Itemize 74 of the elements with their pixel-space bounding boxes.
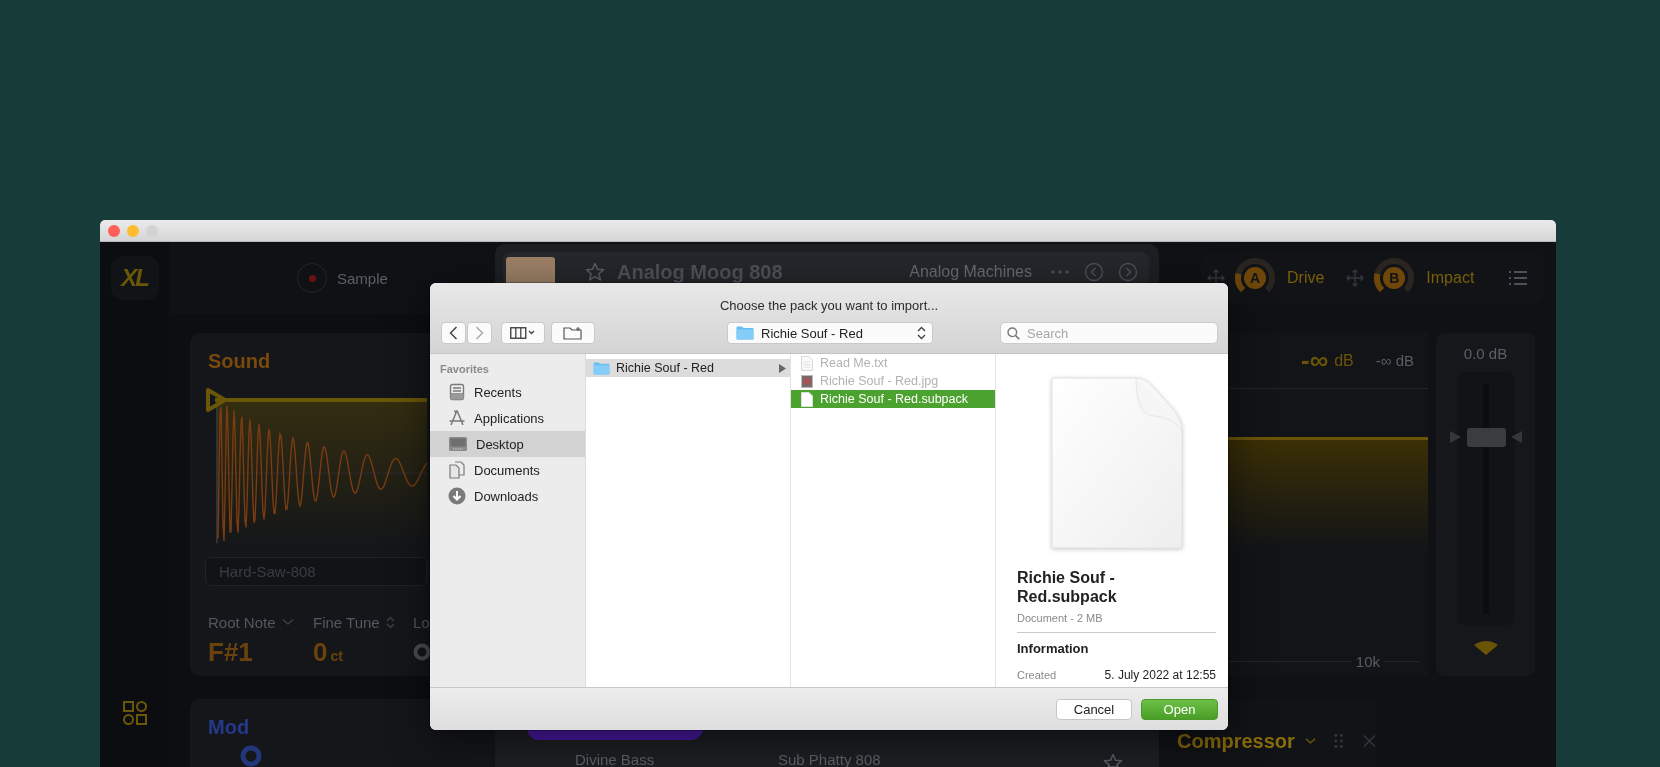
knob-badge: A [1244, 266, 1266, 289]
image-file-icon [801, 373, 813, 389]
location-popup[interactable]: Richie Souf - Red [727, 322, 933, 344]
close-icon[interactable] [1363, 734, 1376, 748]
view-button[interactable] [501, 322, 545, 344]
peak-value: -∞ [1301, 345, 1329, 376]
drag-handle-icon[interactable] [1333, 733, 1344, 749]
file-item: Read Me.txt [791, 354, 995, 372]
sound-title: Sound [207, 349, 271, 373]
new-folder-button[interactable] [551, 322, 595, 344]
param-label: Lo [413, 613, 430, 631]
macro-label: Impact [1426, 268, 1475, 287]
grid-icon[interactable] [121, 700, 148, 726]
minimize-button[interactable] [127, 224, 139, 237]
secondary-reading: -∞ dB [1375, 352, 1414, 369]
back-button[interactable] [441, 322, 466, 344]
sidebar-item[interactable]: Applications [430, 405, 585, 431]
peak-unit: dB [1334, 351, 1354, 370]
document-icon [801, 391, 813, 407]
display-icon [448, 435, 468, 453]
cancel-button[interactable]: Cancel [1056, 698, 1132, 720]
triangle-left-icon [1510, 431, 1522, 444]
ring-knob-icon[interactable] [413, 643, 431, 661]
menu-icon[interactable] [1508, 269, 1528, 286]
chevron-right-icon [475, 326, 484, 340]
info-label: Created [1017, 668, 1057, 682]
fan-icon[interactable] [1472, 640, 1499, 656]
sidebar-heading: Favorites [439, 362, 490, 376]
info-heading: Information [1017, 641, 1090, 657]
param-value: F#1 [208, 638, 253, 666]
folder-icon [736, 326, 754, 340]
macro-label: Drive [1287, 268, 1325, 287]
param-value: 0 [313, 638, 328, 666]
param-label: Fine Tune [313, 613, 380, 631]
info-value: 5. July 2022 at 12:55 [1104, 668, 1216, 682]
param-label: Root Note [208, 613, 276, 631]
columns-icon [510, 327, 536, 339]
file-item: Richie Souf - Red.jpg [791, 372, 995, 390]
dialog-title: Choose the pack you want to import... [718, 297, 940, 313]
stepper-icon[interactable] [385, 615, 395, 629]
param-unit: ct [330, 648, 343, 664]
sidebar-item[interactable]: Documents [430, 457, 585, 483]
sample-label: Sample [337, 269, 388, 287]
close-button[interactable] [108, 224, 120, 237]
fader-reading: 0.0 dB [1463, 346, 1508, 362]
search-field[interactable]: Search [1000, 322, 1218, 344]
new-folder-icon [563, 326, 583, 340]
chevron-down-icon[interactable] [1304, 737, 1316, 745]
knob-badge: B [1383, 266, 1406, 289]
ring-icon[interactable] [240, 745, 262, 767]
sidebar-item[interactable]: Recents [430, 379, 585, 405]
next-icon[interactable] [1118, 262, 1138, 282]
star-icon[interactable] [1103, 752, 1123, 767]
star-icon[interactable] [585, 262, 605, 282]
disclosure-triangle-icon [779, 363, 786, 373]
chevron-left-icon [449, 326, 458, 340]
letter-a-icon [448, 409, 466, 427]
document-icon [1050, 376, 1184, 550]
preview-file-name: Richie Souf - Red.subpack [1017, 568, 1118, 606]
sidebar-item[interactable]: Downloads [430, 483, 585, 509]
folder-item[interactable]: Richie Souf - Red [586, 359, 790, 377]
up-down-chevron-icon [917, 326, 926, 340]
axis-label: 10k [1355, 653, 1380, 670]
mod-title: Mod [208, 715, 250, 739]
documents-icon [448, 461, 466, 479]
folder-icon [593, 361, 610, 375]
previous-icon[interactable] [1084, 262, 1104, 282]
preview-meta: Document - 2 MB [1017, 611, 1104, 625]
more-icon[interactable] [1050, 269, 1070, 275]
chevron-down-icon[interactable] [281, 618, 294, 626]
fader-handle[interactable] [1466, 428, 1506, 448]
sidebar-item[interactable]: Desktop [430, 431, 585, 457]
tray-icon [448, 383, 466, 401]
download-icon [448, 487, 466, 505]
